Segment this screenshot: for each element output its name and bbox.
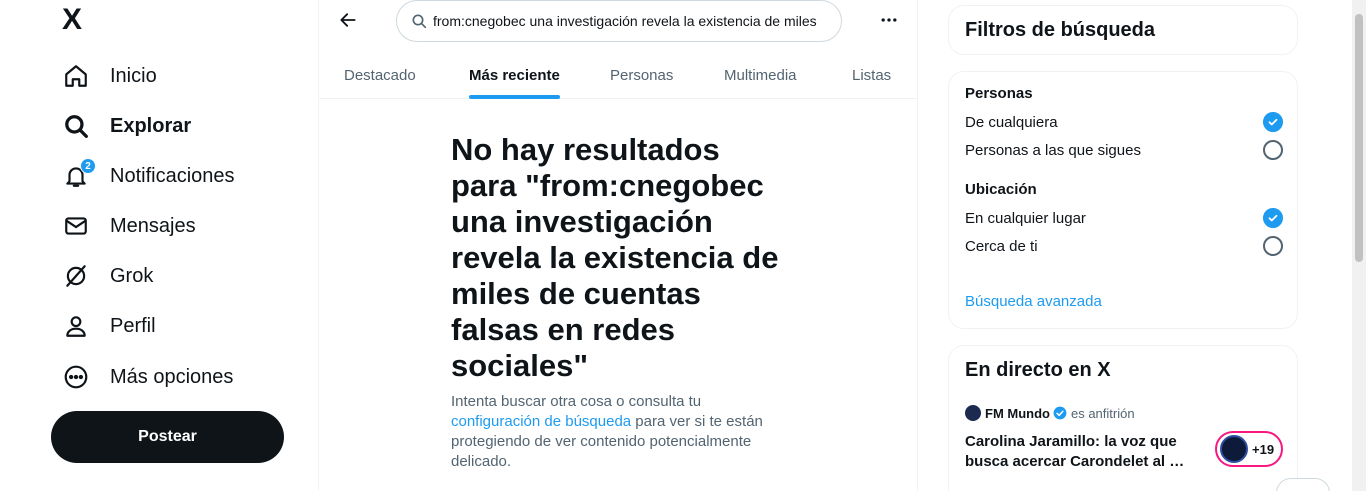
- radio-unchecked-icon[interactable]: [1263, 236, 1283, 256]
- empty-state-message: Intenta buscar otra cosa o consulta tu c…: [451, 392, 787, 472]
- main-column: from:cnegobec una investigación revela l…: [318, 0, 918, 491]
- tab-latest[interactable]: Más reciente: [469, 52, 560, 99]
- filter-option-anywhere[interactable]: En cualquier lugar: [965, 206, 1283, 230]
- left-navigation: X Inicio Explorar 2 Notificaciones Mensa…: [0, 0, 318, 491]
- nav-item-more[interactable]: Más opciones: [62, 357, 233, 397]
- empty-state-title: No hay resultados para "from:cnegobec un…: [451, 132, 779, 383]
- search-filters-title: Filtros de búsqueda: [965, 19, 1156, 41]
- person-icon: [62, 312, 90, 340]
- listener-count: +19: [1252, 441, 1275, 457]
- search-filters-header: Filtros de búsqueda: [948, 5, 1298, 55]
- filter-option-following[interactable]: Personas a las que sigues: [965, 138, 1283, 162]
- notification-badge: 2: [80, 158, 96, 174]
- search-filters-panel: Personas De cualquiera Personas a las qu…: [948, 71, 1298, 329]
- host-name: FM Mundo: [985, 405, 1050, 421]
- page-scrollbar[interactable]: [1352, 0, 1366, 491]
- search-settings-link[interactable]: configuración de búsqueda: [451, 413, 631, 430]
- host-role: es anfitrión: [1070, 405, 1135, 421]
- tab-featured[interactable]: Destacado: [344, 52, 416, 99]
- empty-state-text: Intenta buscar otra cosa o consulta tu: [451, 393, 702, 410]
- search-query: from:cnegobec una investigación revela l…: [433, 13, 817, 29]
- host-avatar: [965, 405, 981, 421]
- search-input[interactable]: from:cnegobec una investigación revela l…: [396, 0, 842, 42]
- nav-item-grok[interactable]: Grok: [62, 256, 153, 296]
- filter-option-label: Cerca de ti: [965, 237, 1038, 255]
- search-icon: [62, 112, 90, 140]
- filter-option-anyone[interactable]: De cualquiera: [965, 110, 1283, 134]
- filter-option-label: En cualquier lugar: [965, 209, 1086, 227]
- radio-checked-icon[interactable]: [1263, 208, 1283, 228]
- listener-avatar: [1220, 435, 1248, 463]
- filter-option-near-you[interactable]: Cerca de ti: [965, 234, 1283, 258]
- nav-label: Más opciones: [110, 365, 234, 388]
- bell-icon: 2: [62, 158, 96, 190]
- tab-lists[interactable]: Listas: [852, 52, 891, 99]
- live-listeners-pill[interactable]: +19: [1215, 431, 1283, 467]
- scrollbar-thumb[interactable]: [1355, 14, 1363, 262]
- radio-checked-icon[interactable]: [1263, 112, 1283, 132]
- nav-label: Notificaciones: [110, 164, 235, 187]
- advanced-search-link[interactable]: Búsqueda avanzada: [965, 293, 1102, 310]
- live-host-row[interactable]: FM Mundo es anfitrión: [965, 405, 1135, 421]
- filter-option-label: De cualquiera: [965, 113, 1058, 131]
- nav-label: Perfil: [110, 314, 156, 337]
- tab-media[interactable]: Multimedia: [724, 52, 797, 99]
- x-logo-icon[interactable]: X: [62, 5, 90, 35]
- nav-item-home[interactable]: Inicio: [62, 56, 157, 96]
- people-filter-title: Personas: [965, 85, 1033, 102]
- search-tabs: Destacado Más reciente Personas Multimed…: [319, 52, 917, 99]
- filter-option-label: Personas a las que sigues: [965, 141, 1141, 159]
- nav-item-explore[interactable]: Explorar: [62, 106, 191, 146]
- post-button[interactable]: Postear: [51, 411, 284, 463]
- nav-label: Explorar: [110, 114, 192, 137]
- nav-label: Mensajes: [110, 214, 196, 237]
- home-icon: [62, 62, 90, 90]
- nav-item-notifications[interactable]: 2 Notificaciones: [62, 156, 235, 196]
- live-space-title[interactable]: Carolina Jaramillo: la voz que busca ace…: [965, 432, 1195, 472]
- back-arrow-icon[interactable]: [334, 6, 362, 34]
- mail-icon: [62, 212, 90, 240]
- more-horizontal-icon[interactable]: [875, 6, 903, 34]
- more-circle-icon: [62, 363, 90, 391]
- empty-state: No hay resultados para "from:cnegobec un…: [451, 132, 787, 472]
- radio-unchecked-icon[interactable]: [1263, 140, 1283, 160]
- nav-item-messages[interactable]: Mensajes: [62, 206, 196, 246]
- tab-people[interactable]: Personas: [610, 52, 673, 99]
- verified-badge-icon: [1053, 406, 1067, 420]
- location-filter-title: Ubicación: [965, 181, 1037, 198]
- nav-label: Inicio: [110, 64, 157, 87]
- grok-icon: [62, 262, 90, 290]
- live-on-x-card: En directo en X FM Mundo es anfitrión Ca…: [948, 345, 1298, 491]
- floating-button[interactable]: [1276, 478, 1330, 491]
- search-icon: [411, 13, 427, 29]
- nav-label: Grok: [110, 264, 154, 287]
- live-section-title: En directo en X: [965, 359, 1111, 381]
- nav-item-profile[interactable]: Perfil: [62, 306, 156, 346]
